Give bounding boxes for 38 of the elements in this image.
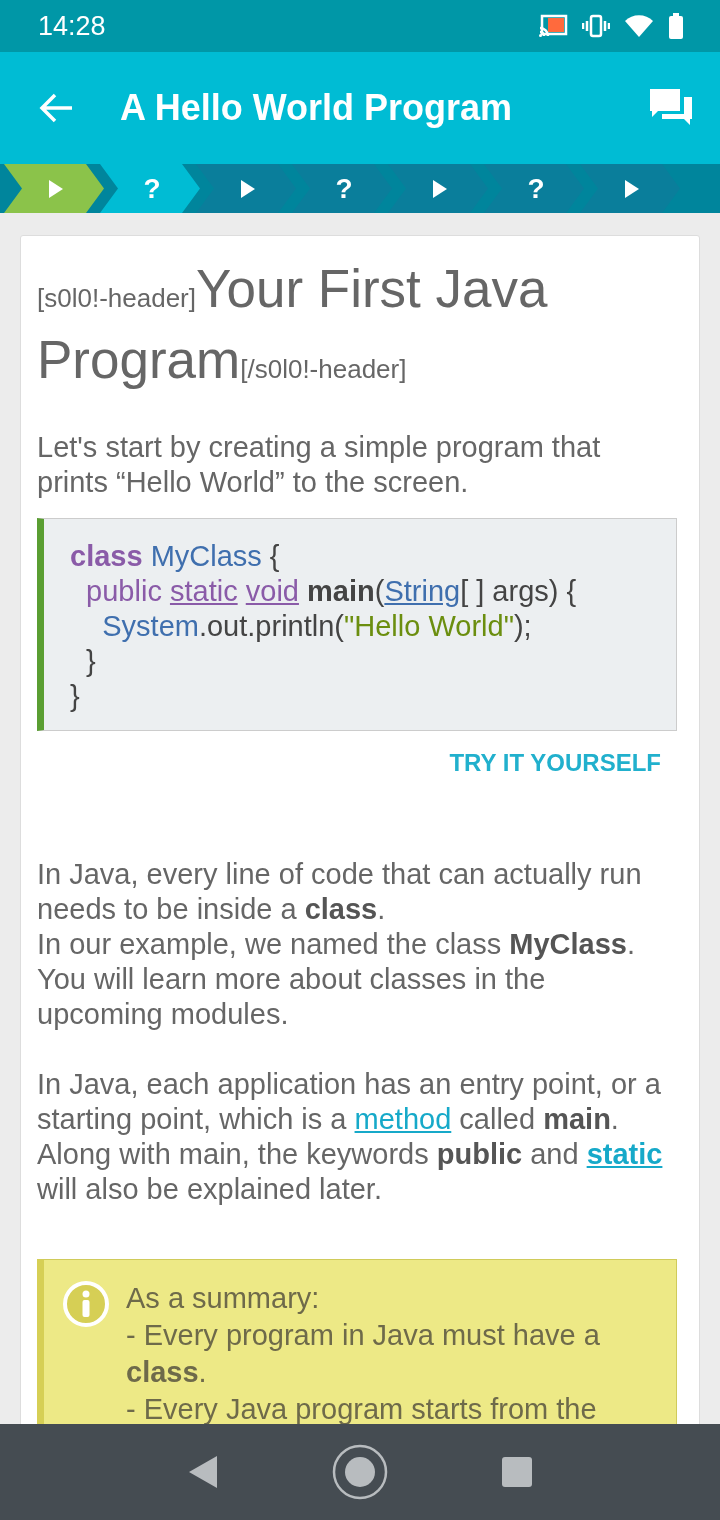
vibrate-icon <box>582 14 610 38</box>
battery-icon <box>668 13 684 39</box>
lesson-heading: [s0l0!-header]Your First Java Program[/s0l0!-header] <box>37 258 549 391</box>
code-line: public static void main(String[ ] args) { <box>85 574 578 609</box>
code-link[interactable]: void <box>245 575 299 607</box>
paragraph: In Java, each application has an entry point, or a starting point, which is a method called main. Along with main, the keywords public and static will also be explained later. <box>37 1067 664 1207</box>
summary-line: - Every program in Java must have a class. <box>126 1318 601 1390</box>
app-bar-title: A Hello World Program <box>120 87 513 129</box>
link[interactable]: static <box>586 1138 663 1170</box>
play-icon <box>624 178 640 199</box>
progress-step[interactable] <box>4 164 104 213</box>
home-nav-button[interactable] <box>332 1444 388 1500</box>
progress-step[interactable] <box>388 164 488 213</box>
code-link[interactable]: static <box>169 575 238 607</box>
status-time: 14:28 <box>38 10 106 42</box>
play-icon <box>48 178 64 199</box>
progress-step[interactable]: ? <box>484 164 584 213</box>
code-link[interactable]: String <box>384 575 461 607</box>
wifi-icon <box>624 14 654 38</box>
try-it-yourself-button[interactable]: TRY IT YOURSELF <box>449 749 661 777</box>
intro-text: Let's start by creating a simple program that prints “Hello World” to the screen. <box>37 430 602 500</box>
code-line: System.out.println("Hello World"); <box>101 609 533 644</box>
summary-line: As a summary: <box>126 1281 321 1316</box>
play-icon <box>432 178 448 199</box>
paragraph: In Java, every line of code that can actually run needs to be inside a class. <box>37 857 643 927</box>
recents-nav-button[interactable] <box>501 1456 534 1488</box>
progress-step[interactable] <box>580 164 680 213</box>
play-icon <box>240 178 256 199</box>
code-line: } <box>70 679 81 714</box>
code-line: class MyClass { <box>70 539 281 574</box>
code-line: } <box>85 644 97 679</box>
info-icon <box>62 1280 110 1328</box>
progress-step[interactable]: ? <box>100 164 200 213</box>
progress-step[interactable]: ? <box>292 164 392 213</box>
progress-step[interactable] <box>196 164 296 213</box>
cast-icon <box>538 14 568 38</box>
link[interactable]: method <box>354 1103 452 1135</box>
paragraph: In our example, we named the class MyClass. You will learn more about classes in the upcoming modules. <box>37 927 637 1032</box>
